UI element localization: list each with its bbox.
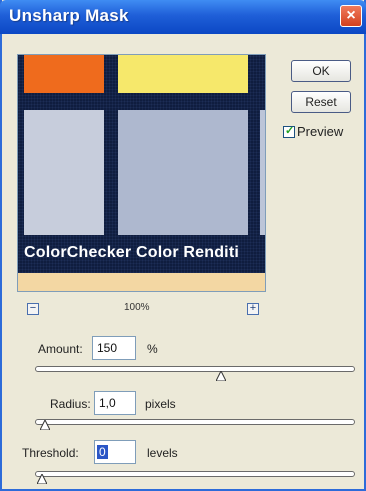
close-button[interactable]: ×: [340, 5, 362, 27]
preview-caption: ColorChecker Color Renditi: [24, 244, 240, 261]
title-bar[interactable]: Unsharp Mask ×: [0, 0, 366, 34]
slider-thumb-icon: [40, 420, 50, 430]
zoom-level: 100%: [124, 302, 150, 313]
swatch-yellow: [118, 55, 248, 93]
slider-thumb-icon: [216, 371, 226, 381]
swatch-grey-right: [260, 110, 265, 235]
radius-slider-thumb[interactable]: [40, 420, 50, 430]
threshold-unit: levels: [147, 446, 178, 460]
amount-slider-track[interactable]: [35, 366, 355, 372]
zoom-out-button[interactable]: −: [27, 303, 39, 315]
preview-checkbox-label[interactable]: Preview: [297, 124, 343, 139]
window-title: Unsharp Mask: [9, 6, 129, 25]
ok-button[interactable]: OK: [291, 60, 351, 82]
reset-button[interactable]: Reset: [291, 91, 351, 113]
slider-thumb-icon: [37, 474, 47, 484]
amount-slider-thumb[interactable]: [216, 371, 226, 381]
minus-icon: −: [29, 302, 37, 314]
preview-pane[interactable]: ColorChecker Color Renditi: [17, 54, 266, 292]
swatch-bottom: [18, 273, 265, 291]
amount-label: Amount:: [38, 342, 83, 356]
threshold-label: Threshold:: [22, 446, 79, 460]
amount-input[interactable]: 150: [92, 336, 136, 360]
amount-unit: %: [147, 342, 158, 356]
plus-icon: +: [249, 302, 257, 314]
radius-slider-track[interactable]: [35, 419, 355, 425]
threshold-slider-thumb[interactable]: [37, 474, 47, 484]
threshold-value-selected: 0: [97, 445, 108, 459]
radius-label: Radius:: [50, 397, 91, 411]
unsharp-mask-dialog: Unsharp Mask × ColorChecker Color Rendit…: [0, 0, 366, 491]
threshold-input[interactable]: 0: [94, 440, 136, 464]
close-icon: ×: [346, 7, 356, 24]
zoom-in-button[interactable]: +: [247, 303, 259, 315]
swatch-grey-center: [118, 110, 248, 235]
preview-checkbox[interactable]: ✓: [283, 125, 295, 138]
swatch-orange: [24, 55, 104, 93]
radius-input[interactable]: 1,0: [94, 391, 136, 415]
radius-unit: pixels: [145, 397, 176, 411]
checkmark-icon: ✓: [285, 125, 295, 137]
threshold-slider-track[interactable]: [35, 471, 355, 477]
swatch-grey-left: [24, 110, 104, 235]
